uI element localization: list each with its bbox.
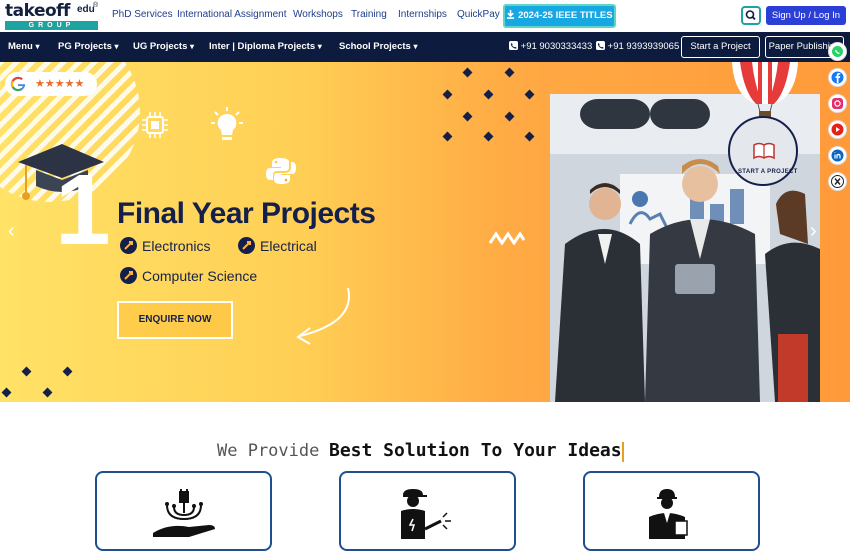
chevron-down-icon: ▾ — [114, 42, 119, 51]
link-international-assignment[interactable]: International Assignment — [177, 9, 287, 20]
whatsapp-icon[interactable] — [828, 42, 847, 61]
signup-login-button[interactable]: Sign Up / Log In — [766, 6, 846, 25]
link-training[interactable]: Training — [351, 9, 387, 20]
curved-arrow-icon — [296, 287, 350, 345]
nav-inter-diploma-projects[interactable]: Inter | Diploma Projects ▾ — [209, 41, 322, 52]
section-heading-lead: We Provide — [217, 441, 320, 461]
typing-cursor — [621, 441, 624, 462]
phone-number-2[interactable]: +91 9393939065 — [596, 41, 679, 52]
section-heading-highlight: Best Solution To Your Ideas — [329, 440, 622, 461]
plug-hand-icon — [153, 489, 215, 537]
nav-ug-label: UG Projects — [133, 41, 188, 52]
logo-group-band: GROUP — [5, 21, 98, 30]
linkedin-icon[interactable] — [828, 146, 847, 165]
top-bar: takeoff edu ® GROUP PhD Services Interna… — [0, 0, 850, 32]
start-project-button[interactable]: Start a Project — [681, 36, 760, 58]
chevron-down-icon: ▾ — [190, 42, 195, 51]
service-card-electronics[interactable] — [339, 471, 516, 551]
service-card-engineering[interactable] — [583, 471, 760, 551]
phone-icon — [596, 41, 605, 50]
main-nav: Menu ▾ PG Projects ▾ UG Projects ▾ Inter… — [0, 32, 850, 62]
x-icon[interactable] — [828, 172, 847, 191]
ieee-titles-label: 2024-25 IEEE TITLES — [518, 10, 613, 21]
rocket-icon — [120, 237, 137, 254]
nav-school-label: School Projects — [339, 41, 411, 52]
link-phd-services[interactable]: PhD Services — [112, 9, 173, 20]
diamond-pattern — [442, 67, 535, 142]
chevron-down-icon: ▾ — [413, 42, 418, 51]
instagram-icon[interactable] — [828, 94, 847, 113]
hero-title: Final Year Projects — [117, 197, 376, 230]
logo-registered-mark: ® — [93, 2, 99, 9]
chevron-down-icon: ▾ — [35, 42, 40, 51]
hero-banner: ★★★★★ 1 Final Year Projects Electronics … — [0, 62, 850, 402]
rocket-icon — [120, 267, 137, 284]
link-quickpay[interactable]: QuickPay — [457, 9, 500, 20]
phone-icon — [509, 41, 518, 50]
takeoff-logo[interactable]: takeoff edu ® GROUP — [5, 2, 98, 30]
phone-number-1-text: +91 9030333433 — [520, 41, 593, 52]
feature-electronics: Electronics — [142, 238, 211, 254]
logo-text: takeoff — [5, 1, 70, 21]
star-rating: ★★★★★ — [35, 78, 85, 90]
sticker-text: START A PROJECT — [738, 169, 798, 175]
link-internships[interactable]: Internships — [398, 9, 447, 20]
nav-school-projects[interactable]: School Projects ▾ — [339, 41, 417, 52]
search-button[interactable] — [741, 6, 761, 25]
chip-icon — [142, 112, 168, 138]
nav-menu[interactable]: Menu ▾ — [8, 41, 39, 52]
nav-pg-projects[interactable]: PG Projects ▾ — [58, 41, 119, 52]
link-workshops[interactable]: Workshops — [293, 9, 343, 20]
python-icon — [266, 158, 296, 184]
lightbulb-icon — [211, 107, 243, 140]
ieee-titles-button[interactable]: 2024-25 IEEE TITLES — [503, 4, 616, 28]
youtube-icon[interactable] — [828, 120, 847, 139]
phone-number-2-text: +91 9393939065 — [607, 41, 680, 52]
nav-inter-label: Inter | Diploma Projects — [209, 41, 316, 52]
search-icon — [745, 10, 756, 21]
book-icon — [753, 142, 775, 160]
feature-computer-science: Computer Science — [142, 268, 258, 284]
service-card-electrical[interactable] — [95, 471, 272, 551]
chevron-down-icon: ▾ — [317, 42, 322, 51]
start-a-project-sticker[interactable]: START A PROJECT — [728, 116, 798, 186]
feature-electrical: Electrical — [260, 238, 317, 254]
nav-menu-label: Menu — [8, 41, 33, 52]
rocket-icon — [238, 237, 255, 254]
carousel-prev-arrow[interactable]: ‹ — [8, 220, 15, 243]
phone-number-1[interactable]: +91 9030333433 — [509, 41, 592, 52]
diamond-pattern-bottom — [1, 366, 73, 398]
engineer-icon — [649, 489, 688, 539]
google-rating-badge[interactable]: ★★★★★ — [5, 72, 97, 96]
zigzag-icon — [489, 231, 525, 245]
nav-pg-label: PG Projects — [58, 41, 112, 52]
nav-ug-projects[interactable]: UG Projects ▾ — [133, 41, 194, 52]
download-icon — [507, 10, 515, 19]
section-heading: We Provide Best Solution To Your Ideas — [217, 440, 624, 462]
facebook-icon[interactable] — [828, 68, 847, 87]
technician-icon — [401, 489, 451, 539]
carousel-next-arrow[interactable]: › — [810, 220, 817, 243]
enquire-now-button[interactable]: ENQUIRE NOW — [117, 301, 233, 339]
google-icon — [10, 76, 26, 92]
big-number-one: 1 — [55, 154, 111, 266]
hot-air-balloon-icon — [732, 62, 798, 117]
